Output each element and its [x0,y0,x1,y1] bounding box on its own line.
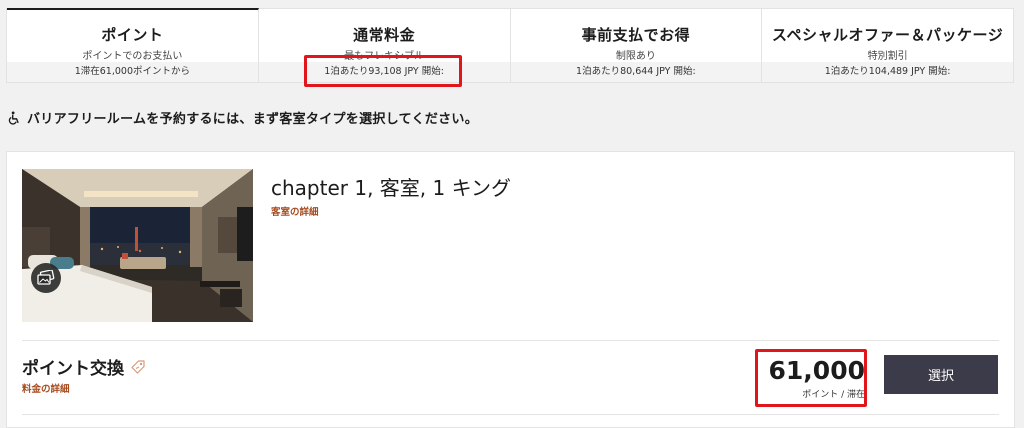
rate-name: ポイント交換 [22,354,146,379]
room-image [22,169,253,322]
rate-tabs: ポイント ポイントでのお支払い 1滞在61,000ポイントから 通常料金 最もフ… [6,8,1014,83]
points-value: 61,000 [768,356,865,385]
accessibility-notice: バリアフリールームを予約するには、まず客室タイプを選択してください。 [7,108,478,127]
tab-title: スペシャルオファー＆パッケージ [772,26,1004,44]
tab-subtitle: 制限あり [615,51,656,62]
notice-text: バリアフリールームを予約するには、まず客室タイプを選択してください。 [27,112,479,127]
tab-title: 事前支払でお得 [581,26,691,44]
room-photo[interactable] [22,169,253,322]
rate-name-text: ポイント交換 [22,359,124,379]
gallery-icon [37,270,55,285]
tab-title: 通常料金 [353,26,416,44]
tab-subtitle: ポイントでのお支払い [82,51,183,62]
gallery-button[interactable] [31,263,61,293]
room-details-link[interactable]: 客室の詳細 [271,204,319,218]
tab-price: 1泊あたり80,644 JPY 開始: [510,62,762,82]
room-title: chapter 1, 客室, 1 キング [271,176,511,200]
divider [22,340,999,341]
room-card: chapter 1, 客室, 1 キング 客室の詳細 ポイント交換 料金の詳細 … [6,151,1015,428]
divider [22,414,999,415]
tab-subtitle: 最もフレキシブル [344,51,425,62]
tab-points[interactable]: ポイント ポイントでのお支払い 1滞在61,000ポイントから [7,8,259,82]
tab-title: ポイント [101,26,164,44]
tag-icon [131,359,145,374]
tab-price: 1滞在61,000ポイントから [7,62,258,82]
wheelchair-icon [8,111,19,125]
points-unit: ポイント / 滞在 [802,390,865,400]
tab-standard-rate[interactable]: 通常料金 最もフレキシブル 1泊あたり93,108 JPY 開始: [258,9,511,82]
tab-subtitle: 特別割引 [867,51,908,62]
points-price: 61,000 ポイント / 滞在 [759,356,865,401]
tab-price: 1泊あたり104,489 JPY 開始: [762,62,1013,82]
tab-special-offers[interactable]: スペシャルオファー＆パッケージ 特別割引 1泊あたり104,489 JPY 開始… [762,9,1013,82]
select-button[interactable]: 選択 [884,355,998,394]
rate-details-link[interactable]: 料金の詳細 [22,381,70,395]
tab-price: 1泊あたり93,108 JPY 開始: [258,62,510,82]
tab-prepay-rate[interactable]: 事前支払でお得 制限あり 1泊あたり80,644 JPY 開始: [510,9,763,82]
